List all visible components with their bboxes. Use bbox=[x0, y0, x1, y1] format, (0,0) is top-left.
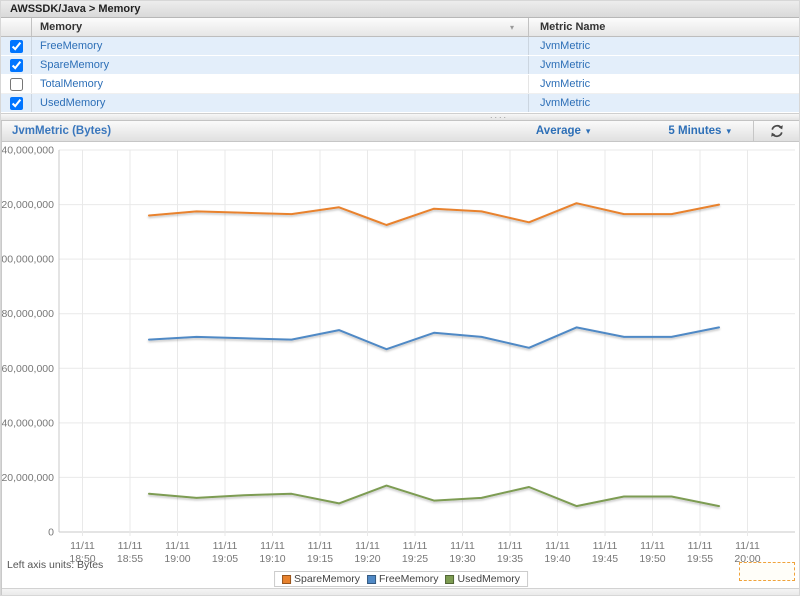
svg-text:11/11: 11/11 bbox=[498, 540, 523, 552]
svg-text:19:00: 19:00 bbox=[164, 553, 190, 565]
svg-text:20,000,000: 20,000,000 bbox=[2, 472, 54, 484]
axis-units-label: Left axis units: Bytes bbox=[7, 559, 103, 571]
chart-plot-area[interactable]: 0 20,000,000 40,000,000 60,000,000 80,000,00… bbox=[2, 142, 800, 572]
metric-table: Memory ▾ Metric Name FreeMemory JvmMetri… bbox=[1, 18, 800, 113]
svg-text:19:05: 19:05 bbox=[212, 553, 238, 565]
chevron-down-icon: ▾ bbox=[586, 126, 591, 137]
svg-text:11/11: 11/11 bbox=[260, 540, 285, 552]
svg-text:11/11: 11/11 bbox=[70, 540, 95, 552]
svg-text:19:50: 19:50 bbox=[639, 553, 665, 565]
chart-legend: SpareMemory FreeMemory UsedMemory bbox=[274, 571, 528, 587]
svg-text:80,000,000: 80,000,000 bbox=[2, 308, 54, 320]
metrics-line-chart: 0 20,000,000 40,000,000 60,000,000 80,000,00… bbox=[2, 142, 800, 572]
metric-name-link[interactable]: JvmMetric bbox=[540, 59, 590, 71]
metric-name-link[interactable]: JvmMetric bbox=[540, 78, 590, 90]
svg-text:19:35: 19:35 bbox=[497, 553, 523, 565]
row-checkbox[interactable] bbox=[10, 78, 23, 91]
svg-text:19:45: 19:45 bbox=[592, 553, 618, 565]
svg-text:11/11: 11/11 bbox=[403, 540, 428, 552]
svg-text:60,000,000: 60,000,000 bbox=[2, 363, 54, 375]
svg-text:19:10: 19:10 bbox=[259, 553, 285, 565]
chevron-down-icon: ▾ bbox=[726, 126, 731, 137]
column-header-memory[interactable]: Memory ▾ bbox=[31, 18, 528, 36]
svg-text:11/11: 11/11 bbox=[355, 540, 380, 552]
cloudwatch-metrics-screen: AWSSDK/Java > Memory Memory ▾ Metric Nam… bbox=[0, 0, 800, 596]
svg-text:11/11: 11/11 bbox=[308, 540, 333, 552]
table-row[interactable]: FreeMemory JvmMetric bbox=[1, 37, 800, 56]
metric-dimension-link[interactable]: UsedMemory bbox=[40, 97, 105, 109]
sort-arrow-icon[interactable]: ▾ bbox=[510, 23, 514, 32]
svg-text:11/11: 11/11 bbox=[640, 540, 665, 552]
table-row[interactable]: SpareMemory JvmMetric bbox=[1, 56, 800, 75]
column-header-metric-name[interactable]: Metric Name bbox=[528, 18, 800, 36]
svg-text:11/11: 11/11 bbox=[545, 540, 570, 552]
drop-target-outline bbox=[739, 562, 795, 581]
row-checkbox[interactable] bbox=[10, 40, 23, 53]
legend-swatch-icon bbox=[446, 575, 455, 584]
svg-text:100,000,000: 100,000,000 bbox=[2, 254, 54, 266]
svg-text:140,000,000: 140,000,000 bbox=[2, 145, 54, 157]
svg-text:11/11: 11/11 bbox=[688, 540, 713, 552]
svg-text:11/11: 11/11 bbox=[735, 540, 760, 552]
svg-text:19:20: 19:20 bbox=[354, 553, 380, 565]
svg-text:11/11: 11/11 bbox=[118, 540, 143, 552]
svg-text:11/11: 11/11 bbox=[593, 540, 618, 552]
svg-text:40,000,000: 40,000,000 bbox=[2, 417, 54, 429]
svg-text:19:25: 19:25 bbox=[402, 553, 428, 565]
row-checkbox[interactable] bbox=[10, 97, 23, 110]
legend-swatch-icon bbox=[282, 575, 291, 584]
svg-text:11/11: 11/11 bbox=[450, 540, 475, 552]
legend-item[interactable]: SpareMemory bbox=[282, 573, 360, 585]
table-row[interactable]: TotalMemory JvmMetric bbox=[1, 75, 800, 94]
svg-text:19:30: 19:30 bbox=[449, 553, 475, 565]
row-checkbox[interactable] bbox=[10, 59, 23, 72]
svg-text:19:55: 19:55 bbox=[687, 553, 713, 565]
svg-text:120,000,000: 120,000,000 bbox=[2, 199, 54, 211]
refresh-icon bbox=[769, 123, 785, 139]
refresh-zone bbox=[753, 121, 800, 141]
breadcrumb: AWSSDK/Java > Memory bbox=[1, 1, 800, 18]
metric-dimension-link[interactable]: FreeMemory bbox=[40, 40, 102, 52]
metric-name-link[interactable]: JvmMetric bbox=[540, 97, 590, 109]
svg-text:18:55: 18:55 bbox=[117, 553, 143, 565]
metric-dimension-link[interactable]: TotalMemory bbox=[40, 78, 103, 90]
svg-text:19:15: 19:15 bbox=[307, 553, 333, 565]
period-dropdown[interactable]: 5 Minutes ▾ bbox=[668, 125, 731, 137]
legend-swatch-icon bbox=[367, 575, 376, 584]
pane-resize-handle[interactable]: .... bbox=[1, 113, 800, 121]
chart-title: JvmMetric (Bytes) bbox=[2, 125, 536, 137]
chart-panel-header: JvmMetric (Bytes) Average ▾ 5 Minutes ▾ bbox=[2, 121, 800, 142]
metric-name-link[interactable]: JvmMetric bbox=[540, 40, 590, 52]
chart-panel: JvmMetric (Bytes) Average ▾ 5 Minutes ▾ bbox=[1, 121, 800, 596]
svg-text:11/11: 11/11 bbox=[165, 540, 190, 552]
grip-dots-icon: .... bbox=[490, 110, 508, 120]
table-row[interactable]: UsedMemory JvmMetric bbox=[1, 94, 800, 113]
statistic-dropdown[interactable]: Average ▾ bbox=[536, 125, 591, 137]
svg-text:0: 0 bbox=[48, 527, 54, 539]
refresh-button[interactable] bbox=[768, 122, 786, 140]
panel-footer-strip bbox=[2, 588, 800, 596]
legend-item[interactable]: FreeMemory bbox=[367, 573, 439, 585]
metric-dimension-link[interactable]: SpareMemory bbox=[40, 59, 109, 71]
svg-text:19:40: 19:40 bbox=[544, 553, 570, 565]
svg-text:11/11: 11/11 bbox=[213, 540, 238, 552]
table-header-row: Memory ▾ Metric Name bbox=[1, 18, 800, 37]
legend-item[interactable]: UsedMemory bbox=[446, 573, 520, 585]
